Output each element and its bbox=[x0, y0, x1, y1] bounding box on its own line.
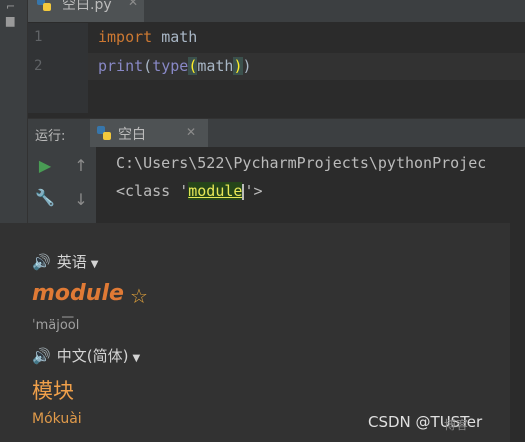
phonetic: ˈmäjo͞ol bbox=[32, 318, 80, 333]
builtin-token: print bbox=[98, 57, 144, 75]
identifier-token: math bbox=[152, 28, 198, 46]
console-text: <class ' bbox=[116, 182, 189, 200]
code-line-2[interactable]: print(type(math)) bbox=[98, 57, 252, 75]
close-icon[interactable]: ✕ bbox=[128, 0, 138, 9]
editor-tab-file[interactable]: 空白.py ✕ bbox=[28, 0, 144, 22]
run-label: 运行: bbox=[35, 129, 66, 144]
editor-tab-label: 空白.py bbox=[62, 0, 112, 13]
identifier-token: math bbox=[197, 57, 234, 75]
line-number: 1 bbox=[34, 29, 43, 45]
arrow-down-icon[interactable]: ↓ bbox=[70, 189, 92, 211]
console-output[interactable]: C:\Users\522\PycharmProjects\pythonProje… bbox=[96, 147, 525, 231]
project-tool-icon[interactable]: ⌐ bbox=[6, 0, 15, 13]
popup-edge bbox=[510, 223, 525, 442]
console-line-result: <class 'module '> bbox=[116, 182, 263, 200]
python-icon bbox=[97, 126, 111, 140]
run-toolbar: ▶ ↑ 🔧 ↓ bbox=[28, 147, 96, 231]
console-line-path: C:\Users\522\PycharmProjects\pythonProje… bbox=[116, 154, 487, 172]
console-text: '> bbox=[244, 182, 263, 200]
source-language-selector[interactable]: 🔊 英语 ▼ bbox=[32, 251, 99, 272]
chevron-down-icon: ▼ bbox=[90, 259, 99, 270]
headword: module bbox=[32, 281, 124, 306]
code-line-1[interactable]: import math bbox=[98, 28, 197, 46]
speaker-icon[interactable]: 🔊 bbox=[32, 253, 52, 271]
builtin-token: type bbox=[152, 57, 189, 75]
editor-tab-bar: 空白.py ✕ bbox=[28, 0, 525, 22]
run-icon[interactable]: ▶ bbox=[34, 155, 56, 177]
folder-icon[interactable]: ▆ bbox=[6, 14, 14, 27]
watermark-suffix: 博客 bbox=[444, 418, 469, 432]
close-icon[interactable]: ✕ bbox=[186, 125, 196, 139]
run-tab[interactable]: 空白 ✕ bbox=[90, 119, 208, 147]
paren-token: ) bbox=[242, 57, 252, 75]
arrow-up-icon[interactable]: ↑ bbox=[70, 155, 92, 177]
star-icon[interactable]: ☆ bbox=[130, 284, 148, 308]
line-number: 2 bbox=[34, 58, 43, 74]
selected-word[interactable]: module bbox=[188, 182, 243, 200]
run-tool-header: 运行: 空白 ✕ bbox=[28, 118, 525, 147]
target-language-label: 中文(简体) bbox=[56, 347, 129, 365]
pinyin: Mókuài bbox=[32, 411, 82, 427]
paren-token: ( bbox=[143, 57, 153, 75]
wrench-icon[interactable]: 🔧 bbox=[34, 187, 56, 209]
target-language-selector[interactable]: 🔊 中文(简体) ▼ bbox=[32, 345, 140, 366]
source-language-label: 英语 bbox=[56, 253, 87, 271]
speaker-icon[interactable]: 🔊 bbox=[32, 347, 52, 365]
matched-bracket: ) bbox=[233, 57, 243, 75]
matched-bracket: ( bbox=[188, 57, 198, 75]
chevron-down-icon: ▼ bbox=[132, 353, 141, 364]
run-tab-label: 空白 bbox=[118, 127, 146, 143]
python-file-icon bbox=[37, 0, 51, 11]
translation: 模块 bbox=[32, 379, 74, 403]
code-editor[interactable]: 1 2 import math print(type(math)) bbox=[28, 23, 525, 113]
dictionary-popup: 🔊 英语 ▼ module ☆ ˈmäjo͞ol 🔊 中文(简体) ▼ 模块 Mók… bbox=[0, 223, 510, 442]
keyword-token: import bbox=[98, 28, 153, 46]
